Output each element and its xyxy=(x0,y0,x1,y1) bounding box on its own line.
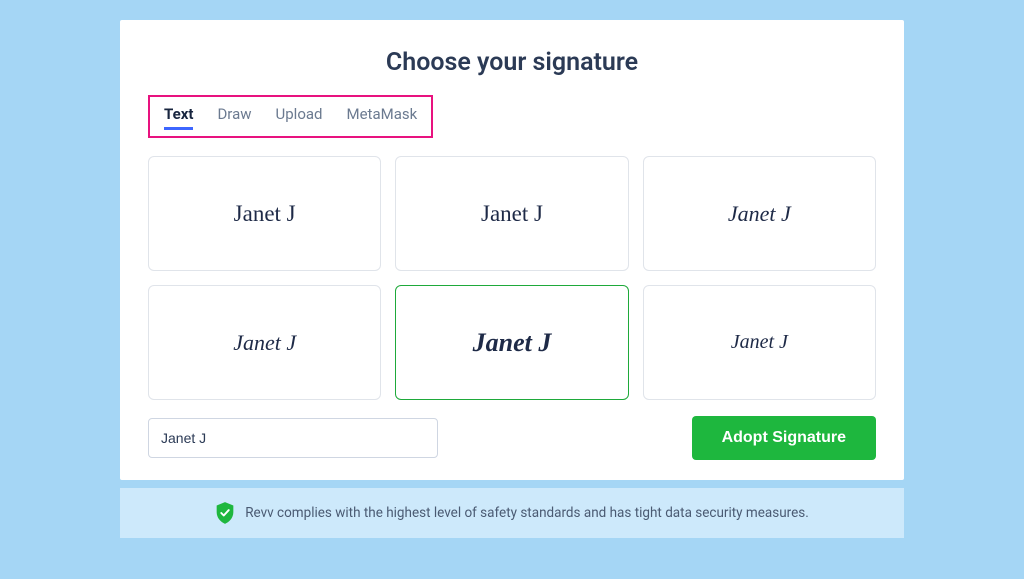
signature-text-input[interactable] xyxy=(148,418,438,458)
security-footer: Revv complies with the highest level of … xyxy=(120,488,904,538)
tab-text[interactable]: Text xyxy=(164,105,193,130)
signature-option-5[interactable]: Janet J xyxy=(395,285,628,400)
shield-check-icon xyxy=(215,502,235,524)
security-message: Revv complies with the highest level of … xyxy=(245,505,809,521)
signature-option-1[interactable]: Janet J xyxy=(148,156,381,271)
tab-draw[interactable]: Draw xyxy=(217,105,251,130)
signature-modal: Choose your signature Text Draw Upload M… xyxy=(120,20,904,480)
adopt-signature-button[interactable]: Adopt Signature xyxy=(692,416,876,460)
tab-upload[interactable]: Upload xyxy=(276,105,323,130)
signature-options-grid: Janet J Janet J Janet J Janet J Janet J … xyxy=(148,156,876,400)
tab-metamask[interactable]: MetaMask xyxy=(347,105,418,130)
signature-option-4[interactable]: Janet J xyxy=(148,285,381,400)
signature-option-6[interactable]: Janet J xyxy=(643,285,876,400)
signature-option-2[interactable]: Janet J xyxy=(395,156,628,271)
page-title: Choose your signature xyxy=(148,48,876,77)
bottom-row: Adopt Signature xyxy=(148,416,876,460)
tabs-container: Text Draw Upload MetaMask xyxy=(148,95,433,138)
signature-option-3[interactable]: Janet J xyxy=(643,156,876,271)
